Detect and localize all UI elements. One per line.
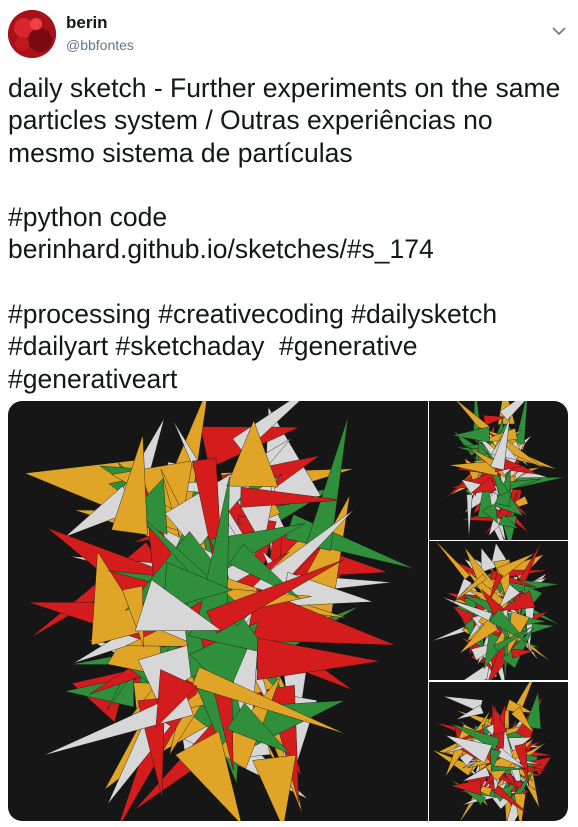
media-image-4[interactable]: [429, 682, 568, 821]
avatar-image-icon: [8, 10, 56, 58]
user-handle[interactable]: @bbfontes: [66, 37, 134, 53]
avatar[interactable]: [8, 10, 56, 58]
media-image-main[interactable]: [8, 401, 428, 821]
media-image-2[interactable]: [429, 401, 568, 540]
media-grid: [8, 401, 568, 821]
media-image-3[interactable]: [429, 541, 568, 680]
tweet-text: daily sketch - Further experiments on th…: [8, 73, 561, 394]
chevron-down-icon[interactable]: [550, 22, 568, 40]
display-name[interactable]: berin: [66, 13, 108, 33]
tweet-header: berin @bbfontes: [8, 10, 570, 60]
